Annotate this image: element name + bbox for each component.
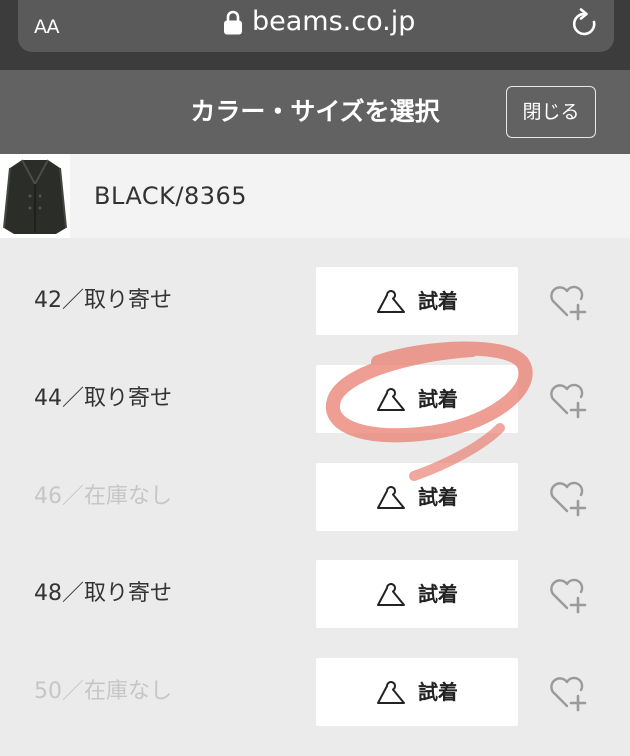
hanger-icon — [377, 583, 405, 606]
size-row: 50／在庫なし 試着 — [0, 658, 630, 756]
size-label: 50／在庫なし — [34, 679, 172, 704]
size-label: 42／取り寄せ — [34, 288, 172, 313]
size-row: 44／取り寄せ 試着 — [0, 365, 630, 463]
text-size-button[interactable]: AA — [34, 10, 60, 39]
try-on-label: 試着 — [418, 387, 458, 411]
hanger-icon — [377, 388, 405, 411]
size-label: 44／取り寄せ — [34, 386, 172, 411]
try-on-label: 試着 — [418, 680, 458, 704]
color-name: BLACK/8365 — [94, 182, 248, 210]
modal-header: カラー・サイズを選択 閉じる — [0, 70, 630, 154]
heart-plus-icon[interactable] — [548, 283, 590, 321]
hanger-icon — [377, 290, 405, 313]
close-button[interactable]: 閉じる — [506, 86, 596, 138]
heart-plus-icon[interactable] — [548, 381, 590, 419]
heart-plus-icon[interactable] — [548, 479, 590, 517]
try-on-button[interactable]: 試着 — [316, 267, 518, 335]
color-option-row[interactable]: BLACK/8365 — [0, 154, 630, 238]
try-on-button[interactable]: 試着 — [316, 463, 518, 531]
try-on-button[interactable]: 試着 — [316, 658, 518, 726]
reload-icon[interactable] — [570, 8, 600, 40]
try-on-button[interactable]: 試着 — [316, 560, 518, 628]
try-on-label: 試着 — [418, 582, 458, 606]
size-row: 42／取り寄せ 試着 — [0, 267, 630, 365]
heart-plus-icon[interactable] — [548, 576, 590, 614]
try-on-label: 試着 — [418, 289, 458, 313]
product-thumbnail — [0, 154, 70, 238]
hanger-icon — [377, 681, 405, 704]
url-text: beams.co.jp — [252, 6, 416, 37]
size-label: 46／在庫なし — [34, 484, 172, 509]
size-label: 48／取り寄せ — [34, 581, 172, 606]
try-on-label: 試着 — [418, 485, 458, 509]
heart-plus-icon[interactable] — [548, 674, 590, 712]
size-row: 48／取り寄せ 試着 — [0, 560, 630, 658]
try-on-button[interactable]: 試着 — [316, 365, 518, 433]
address-bar[interactable]: AA beams.co.jp — [18, 0, 614, 52]
hanger-icon — [377, 486, 405, 509]
browser-toolbar: AA beams.co.jp — [0, 0, 630, 70]
lock-icon — [224, 10, 242, 35]
size-row: 46／在庫なし 試着 — [0, 463, 630, 561]
